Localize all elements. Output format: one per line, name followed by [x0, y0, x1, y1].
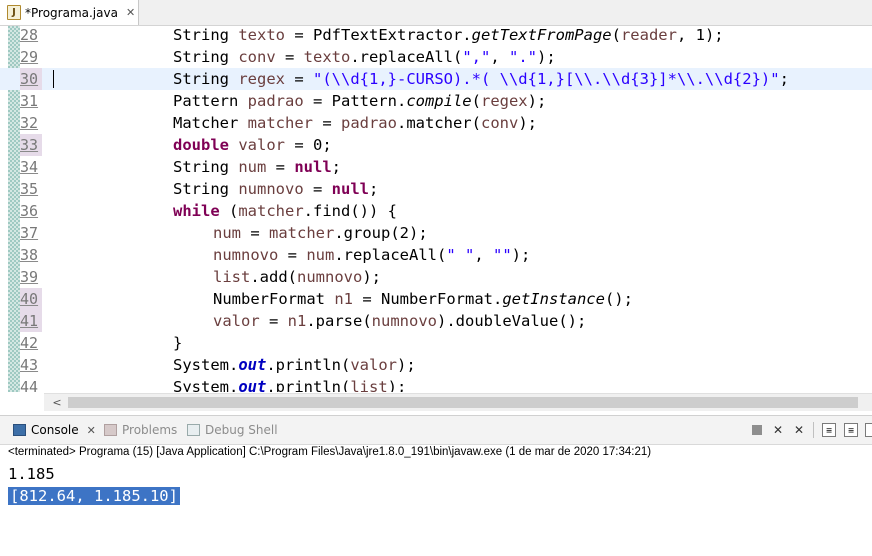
toolbar-separator — [813, 422, 814, 438]
code-line-38[interactable]: 38 numnovo = num.replaceAll(" ", ""); — [0, 244, 872, 266]
tab-debug-shell[interactable]: Debug Shell — [187, 416, 278, 444]
code-editor[interactable]: 28 String texto = PdfTextExtractor.getTe… — [0, 26, 872, 392]
code-text: String regex = "(\\d{1,}-CURSO).*( \\d{1… — [173, 70, 789, 88]
console-view-tab-bar: Console ✕ Problems Debug Shell ✕ ✕ ≡ ≡ — [0, 415, 872, 445]
scrollbar-thumb[interactable] — [68, 397, 872, 408]
line-number: 30 — [20, 68, 42, 90]
code-line-44[interactable]: 44 System.out.println(list); — [0, 376, 872, 392]
code-line-42[interactable]: 42 } — [0, 332, 872, 354]
selected-text: [812.64, 1.185.10] — [8, 487, 180, 505]
code-line-41[interactable]: 41 valor = n1.parse(numnovo).doubleValue… — [0, 310, 872, 332]
code-text: System.out.println(valor); — [173, 356, 416, 374]
line-number: 36 — [20, 202, 39, 220]
code-line-32[interactable]: 32 Matcher matcher = padrao.matcher(conv… — [0, 112, 872, 134]
tab-problems[interactable]: Problems — [104, 416, 177, 444]
code-line-35[interactable]: 35 String numnovo = null; — [0, 178, 872, 200]
remove-launch-icon[interactable]: ✕ — [771, 423, 785, 437]
terminate-icon[interactable] — [750, 423, 764, 437]
tab-console[interactable]: Console ✕ — [13, 416, 96, 444]
code-text: Pattern padrao = Pattern.compile(regex); — [173, 92, 547, 110]
code-line-31[interactable]: 31 Pattern padrao = Pattern.compile(rege… — [0, 90, 872, 112]
line-number: 28 — [20, 26, 39, 44]
tab-debug-shell-label: Debug Shell — [205, 423, 278, 437]
word-wrap-icon[interactable]: ≡ — [844, 423, 858, 437]
code-text: String conv = texto.replaceAll(",", ".")… — [173, 48, 556, 66]
line-number: 41 — [20, 310, 42, 332]
code-line-40[interactable]: 40 NumberFormat n1 = NumberFormat.getIns… — [0, 288, 872, 310]
line-number: 29 — [20, 48, 39, 66]
line-number: 35 — [20, 180, 39, 198]
code-text: valor = n1.parse(numnovo).doubleValue(); — [213, 312, 587, 330]
console-launch-status: <terminated> Programa (15) [Java Applica… — [8, 446, 652, 458]
pin-console-icon[interactable] — [865, 423, 872, 437]
editor-tab-programa-java[interactable]: J *Programa.java ✕ — [0, 0, 139, 25]
line-number: 42 — [20, 334, 39, 352]
scroll-left-arrow-icon[interactable]: < — [50, 394, 64, 411]
code-text: while (matcher.find()) { — [173, 202, 397, 220]
tab-console-label: Console — [31, 423, 79, 437]
code-text: String texto = PdfTextExtractor.getTextF… — [173, 26, 724, 44]
code-text: num = matcher.group(2); — [213, 224, 428, 242]
code-text: } — [173, 334, 183, 352]
code-line-28[interactable]: 28 String texto = PdfTextExtractor.getTe… — [0, 26, 872, 46]
close-icon[interactable]: ✕ — [126, 6, 135, 19]
code-text: System.out.println(list); — [173, 378, 407, 392]
text-caret — [53, 70, 54, 88]
scroll-lock-icon[interactable]: ≡ — [822, 423, 836, 437]
line-number: 43 — [20, 356, 39, 374]
console-output-line[interactable]: 1.185 — [8, 463, 55, 485]
line-number: 32 — [20, 114, 39, 132]
line-number: 37 — [20, 224, 39, 242]
tab-problems-label: Problems — [122, 423, 178, 437]
code-text: double valor = 0; — [173, 136, 332, 154]
debug-shell-icon — [187, 424, 200, 436]
code-line-30[interactable]: 30 String regex = "(\\d{1,}-CURSO).*( \\… — [0, 68, 872, 90]
scroll-right-arrow-icon[interactable] — [858, 394, 872, 411]
line-number: 39 — [20, 268, 39, 286]
line-number: 33 — [20, 134, 42, 156]
code-text: String numnovo = null; — [173, 180, 379, 198]
code-text: list.add(numnovo); — [213, 268, 381, 286]
code-text: NumberFormat n1 = NumberFormat.getInstan… — [213, 290, 633, 308]
remove-all-launches-icon[interactable]: ✕ — [792, 423, 806, 437]
code-text: String num = null; — [173, 158, 341, 176]
editor-tab-bar: J *Programa.java ✕ — [0, 0, 872, 26]
editor-tab-title: *Programa.java — [25, 5, 118, 20]
code-line-33[interactable]: 33 double valor = 0; — [0, 134, 872, 156]
java-file-icon: J — [7, 5, 21, 20]
line-number: 44 — [20, 378, 39, 392]
line-number: 34 — [20, 158, 39, 176]
code-text: Matcher matcher = padrao.matcher(conv); — [173, 114, 537, 132]
code-line-37[interactable]: 37 num = matcher.group(2); — [0, 222, 872, 244]
code-line-43[interactable]: 43 System.out.println(valor); — [0, 354, 872, 376]
console-output-line-selected[interactable]: [812.64, 1.185.10] — [8, 485, 180, 507]
horizontal-scrollbar[interactable]: < — [44, 393, 872, 411]
code-line-34[interactable]: 34 String num = null; — [0, 156, 872, 178]
close-icon[interactable]: ✕ — [87, 424, 96, 437]
code-line-39[interactable]: 39 list.add(numnovo); — [0, 266, 872, 288]
code-text: numnovo = num.replaceAll(" ", ""); — [213, 246, 531, 264]
code-line-36[interactable]: 36 while (matcher.find()) { — [0, 200, 872, 222]
problems-icon — [104, 424, 117, 436]
line-number: 40 — [20, 288, 42, 310]
line-number: 38 — [20, 246, 39, 264]
line-number: 31 — [20, 92, 39, 110]
console-icon — [13, 424, 26, 436]
code-line-29[interactable]: 29 String conv = texto.replaceAll(",", "… — [0, 46, 872, 68]
